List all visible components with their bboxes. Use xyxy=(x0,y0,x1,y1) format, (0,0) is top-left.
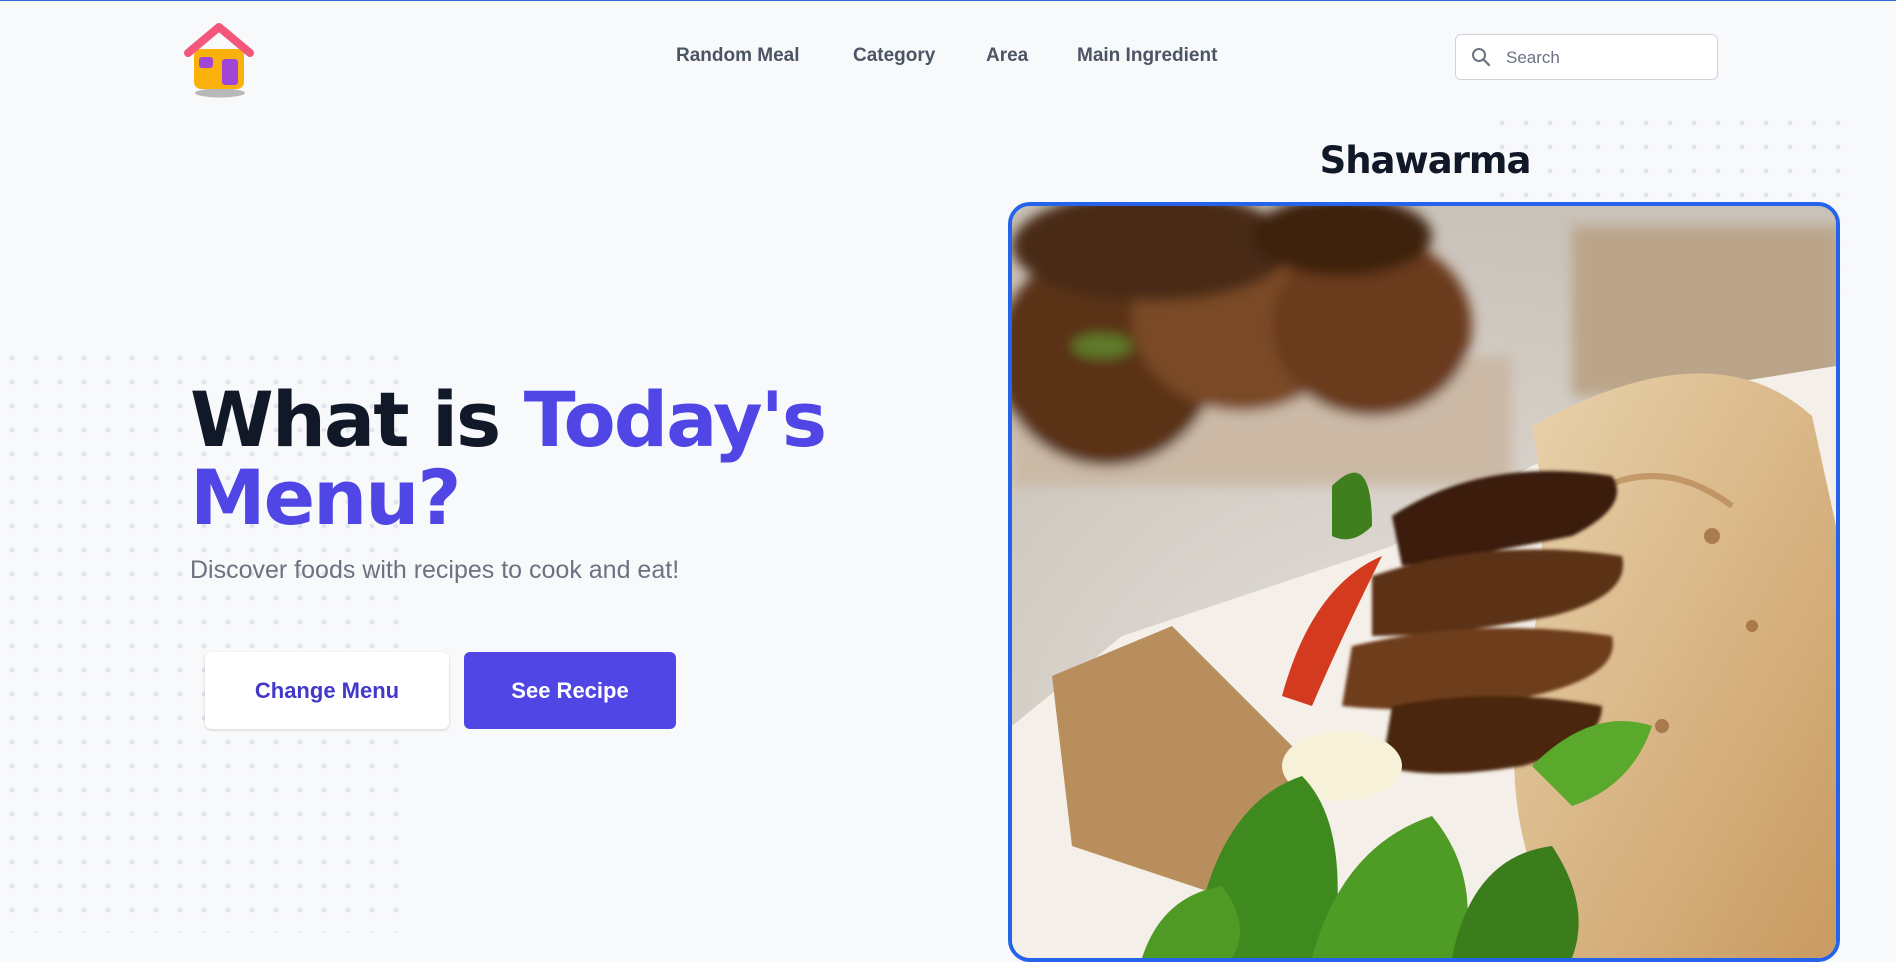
hero-title-part1: What is xyxy=(190,375,524,464)
nav-random-meal[interactable]: Random Meal xyxy=(676,45,800,67)
meal-image[interactable] xyxy=(1008,202,1840,962)
house-logo-icon[interactable] xyxy=(184,19,256,99)
meal-name: Shawarma xyxy=(1319,139,1532,182)
nav-main-ingredient[interactable]: Main Ingredient xyxy=(1077,45,1217,67)
search-input[interactable] xyxy=(1504,35,1708,81)
hero-title-accent: Today's xyxy=(523,375,827,464)
nav-category[interactable]: Category xyxy=(853,45,935,67)
hero-title-accent-2: Menu? xyxy=(190,453,461,542)
see-recipe-button[interactable]: See Recipe xyxy=(464,652,676,729)
hero-subtitle: Discover foods with recipes to cook and … xyxy=(190,556,680,584)
nav-area[interactable]: Area xyxy=(986,45,1028,67)
search-icon xyxy=(1472,48,1491,67)
hero-title: What is Today's Menu? xyxy=(190,381,827,537)
change-menu-button[interactable]: Change Menu xyxy=(205,652,449,729)
shawarma-photo-illustration xyxy=(1012,206,1836,958)
search-box[interactable] xyxy=(1455,34,1718,81)
